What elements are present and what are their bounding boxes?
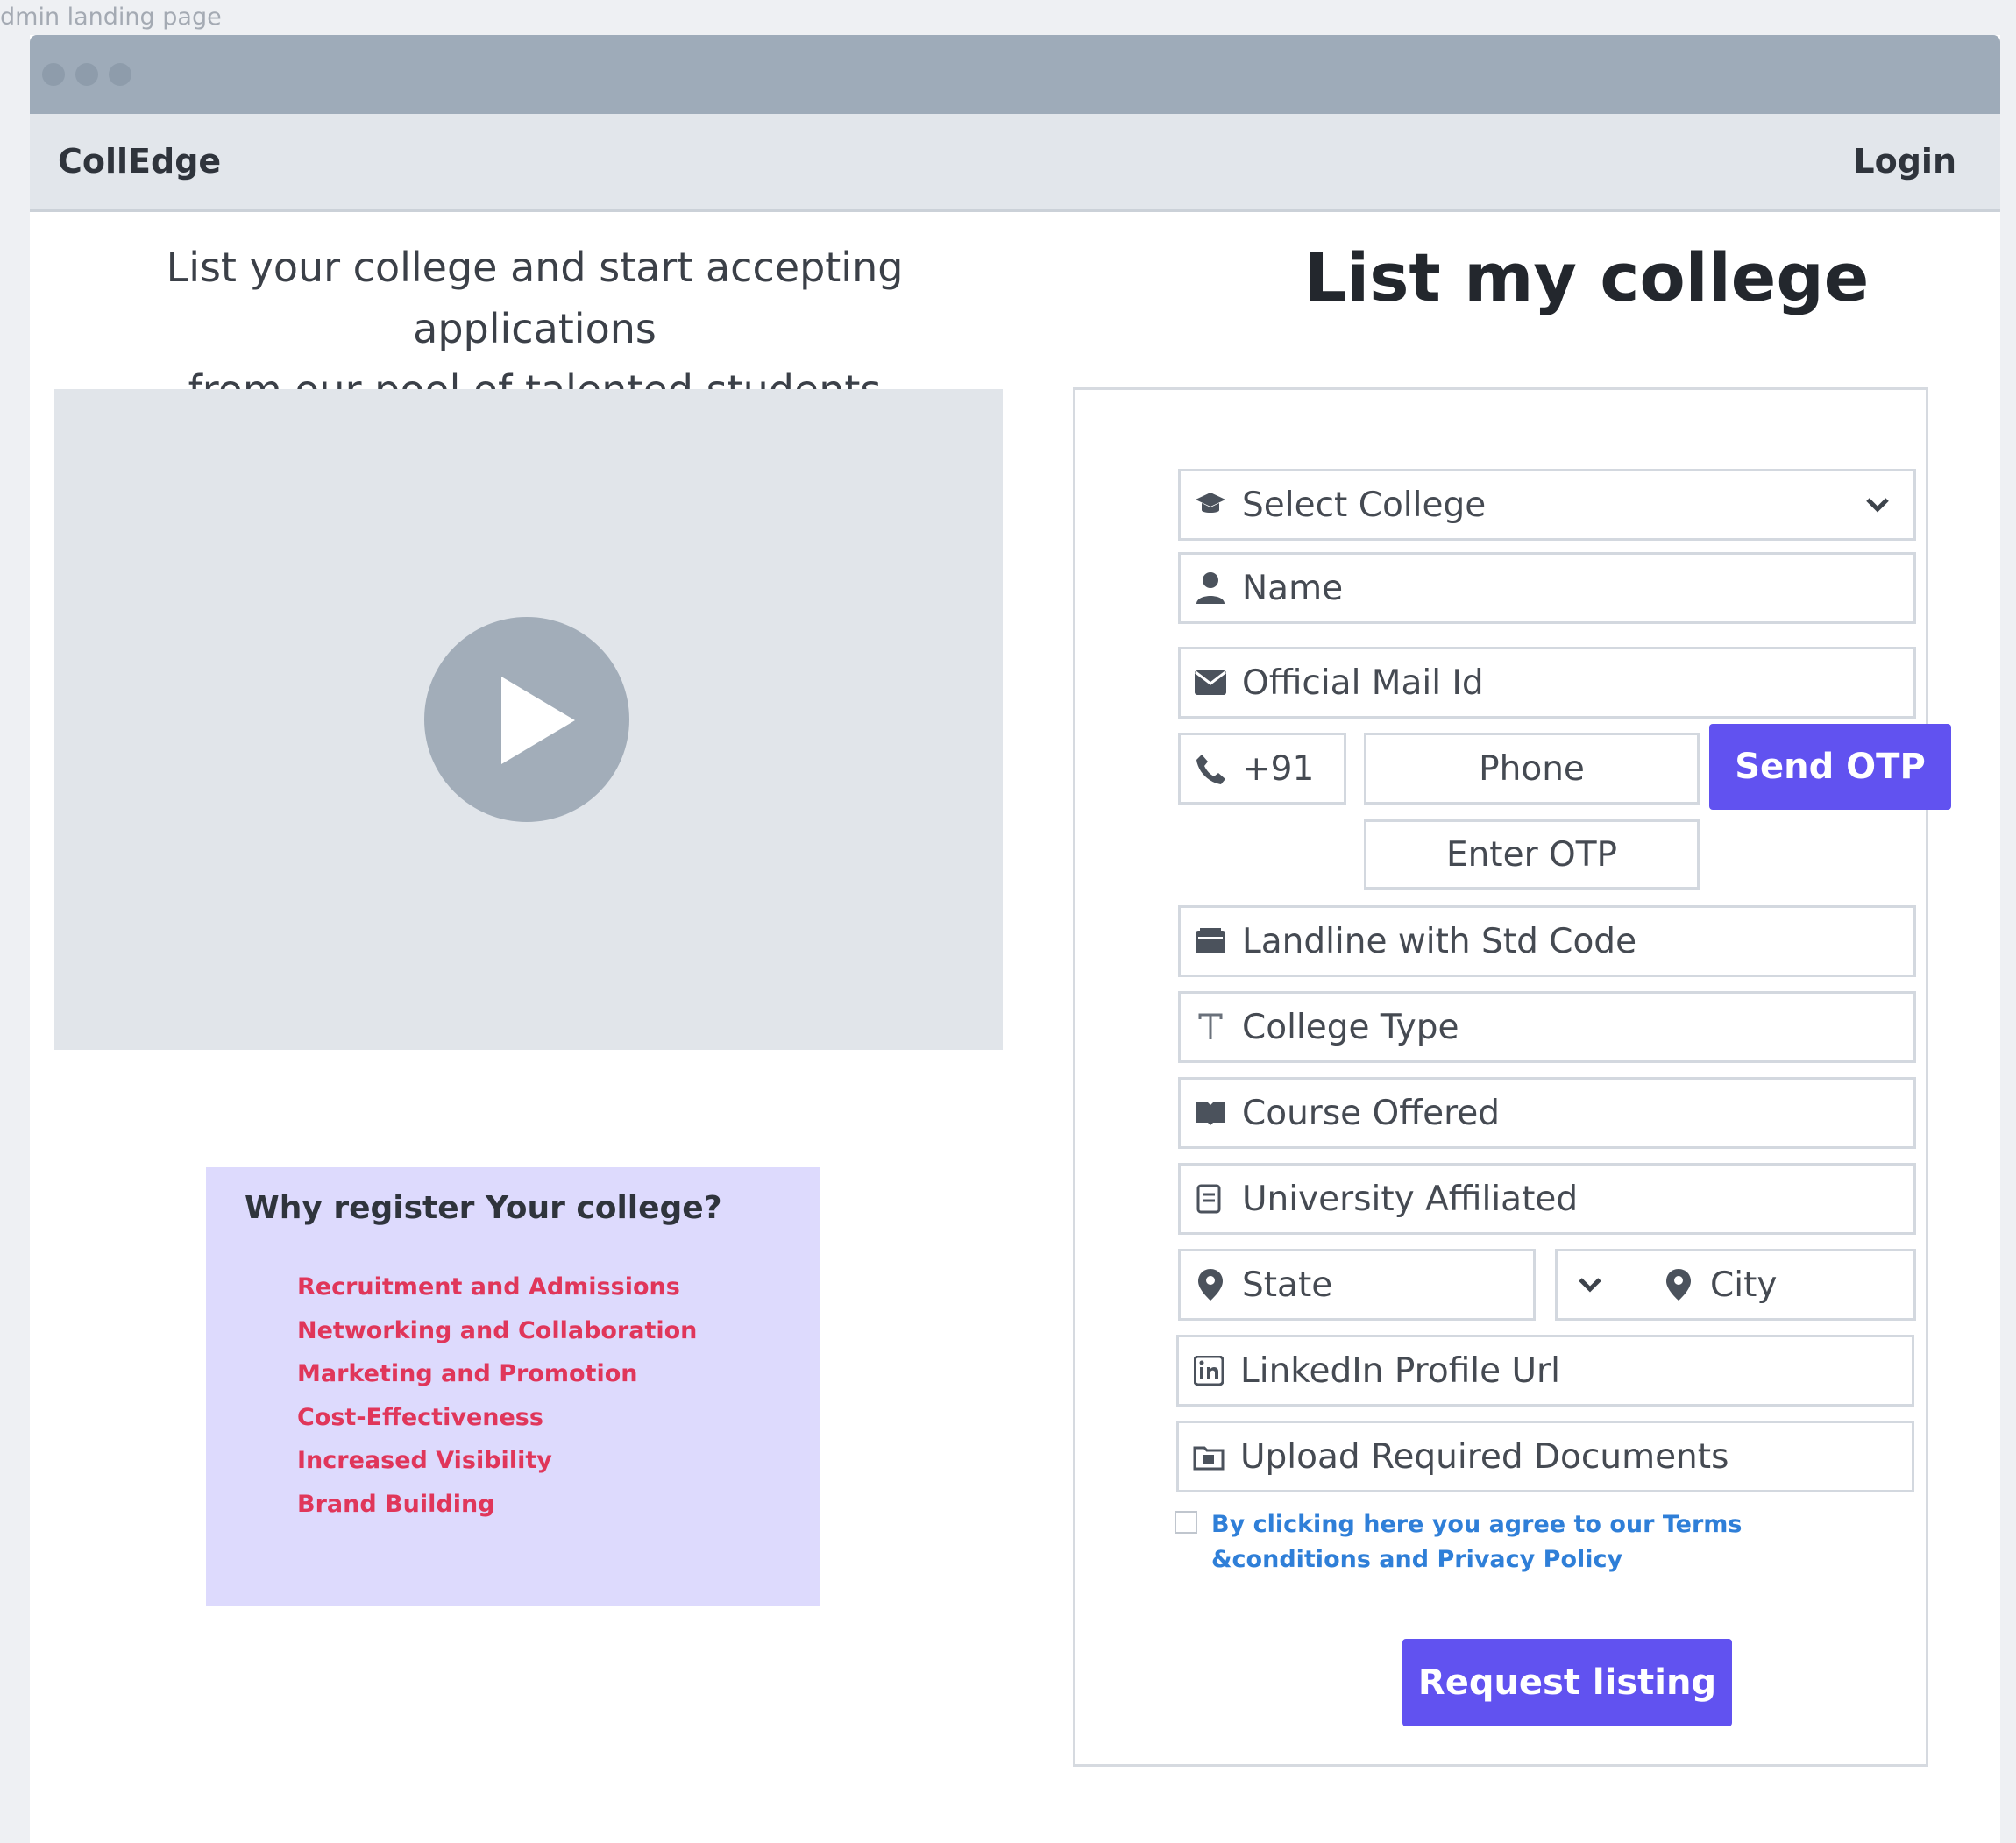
terms-checkbox[interactable] [1175, 1511, 1197, 1534]
university-affiliated-field[interactable]: University Affiliated [1178, 1163, 1916, 1235]
window-maximize-dot[interactable] [109, 63, 131, 86]
college-type-placeholder: College Type [1242, 1007, 1459, 1047]
list-item: Networking and Collaboration [297, 1316, 698, 1344]
login-link[interactable]: Login [1853, 114, 1956, 209]
linkedin-icon [1191, 1353, 1226, 1388]
user-icon [1193, 571, 1228, 606]
fax-icon [1193, 924, 1228, 959]
map-pin-icon [1193, 1267, 1228, 1302]
phone-input[interactable]: Phone [1364, 733, 1700, 805]
terms-link[interactable]: By clicking here you agree to our Terms … [1211, 1507, 1895, 1577]
linkedin-field[interactable]: LinkedIn Profile Url [1176, 1335, 1914, 1407]
map-pin-icon [1661, 1267, 1696, 1302]
window-titlebar [30, 35, 2000, 114]
text-icon [1193, 1010, 1228, 1045]
linkedin-placeholder: LinkedIn Profile Url [1240, 1350, 1560, 1391]
list-item: Brand Building [297, 1490, 495, 1518]
otp-input[interactable]: Enter OTP [1364, 819, 1700, 890]
upload-documents-field[interactable]: Upload Required Documents [1176, 1421, 1914, 1492]
frame-caption: dmin landing page [0, 4, 222, 31]
why-register-panel: Why register Your college? Recruitment a… [206, 1167, 820, 1606]
select-college-dropdown[interactable]: Select College [1178, 469, 1916, 541]
city-dropdown[interactable]: City [1555, 1249, 1916, 1321]
phone-icon [1193, 751, 1228, 786]
list-item: Increased Visibility [297, 1447, 552, 1474]
landline-field[interactable]: Landline with Std Code [1178, 905, 1916, 977]
course-offered-placeholder: Course Offered [1242, 1093, 1501, 1133]
graduation-cap-icon [1193, 487, 1228, 522]
navbar: CollEdge Login [30, 114, 2000, 212]
country-code-value: +91 [1242, 748, 1315, 789]
phone-placeholder: Phone [1479, 748, 1585, 789]
play-icon [501, 677, 575, 764]
state-field[interactable]: State [1178, 1249, 1536, 1321]
document-icon [1193, 1181, 1228, 1216]
chevron-down-icon [1579, 1278, 1601, 1293]
otp-placeholder: Enter OTP [1445, 834, 1618, 875]
request-listing-button[interactable]: Request listing [1402, 1639, 1732, 1726]
list-item: Marketing and Promotion [297, 1360, 638, 1387]
window-minimize-dot[interactable] [75, 63, 98, 86]
email-placeholder: Official Mail Id [1242, 663, 1484, 703]
envelope-icon [1193, 665, 1228, 700]
book-icon [1193, 1095, 1228, 1131]
brand-logo[interactable]: CollEdge [58, 114, 221, 209]
country-code-field[interactable]: +91 [1178, 733, 1346, 805]
state-placeholder: State [1242, 1265, 1333, 1305]
tagline-line-1: List your college and start accepting ap… [166, 244, 904, 352]
window-close-dot[interactable] [42, 63, 65, 86]
name-field[interactable]: Name [1178, 552, 1916, 624]
chevron-down-icon [1866, 498, 1889, 513]
why-register-title: Why register Your college? [245, 1190, 722, 1226]
send-otp-button[interactable]: Send OTP [1709, 724, 1951, 810]
email-field[interactable]: Official Mail Id [1178, 647, 1916, 719]
upload-documents-placeholder: Upload Required Documents [1240, 1436, 1729, 1477]
university-affiliated-placeholder: University Affiliated [1242, 1179, 1579, 1219]
name-placeholder: Name [1242, 568, 1344, 608]
city-placeholder: City [1710, 1265, 1778, 1305]
upload-icon [1191, 1439, 1226, 1474]
form-title: List my college [1303, 238, 1870, 316]
list-item: Cost-Effectiveness [297, 1403, 543, 1431]
landline-placeholder: Landline with Std Code [1242, 921, 1637, 961]
play-button[interactable] [424, 617, 629, 822]
select-college-label: Select College [1242, 485, 1487, 525]
course-offered-field[interactable]: Course Offered [1178, 1077, 1916, 1149]
video-player[interactable] [54, 389, 1003, 1050]
list-item: Recruitment and Admissions [297, 1273, 680, 1301]
benefits-list: Recruitment and Admissions Networking an… [297, 1265, 697, 1526]
college-type-field[interactable]: College Type [1178, 991, 1916, 1063]
